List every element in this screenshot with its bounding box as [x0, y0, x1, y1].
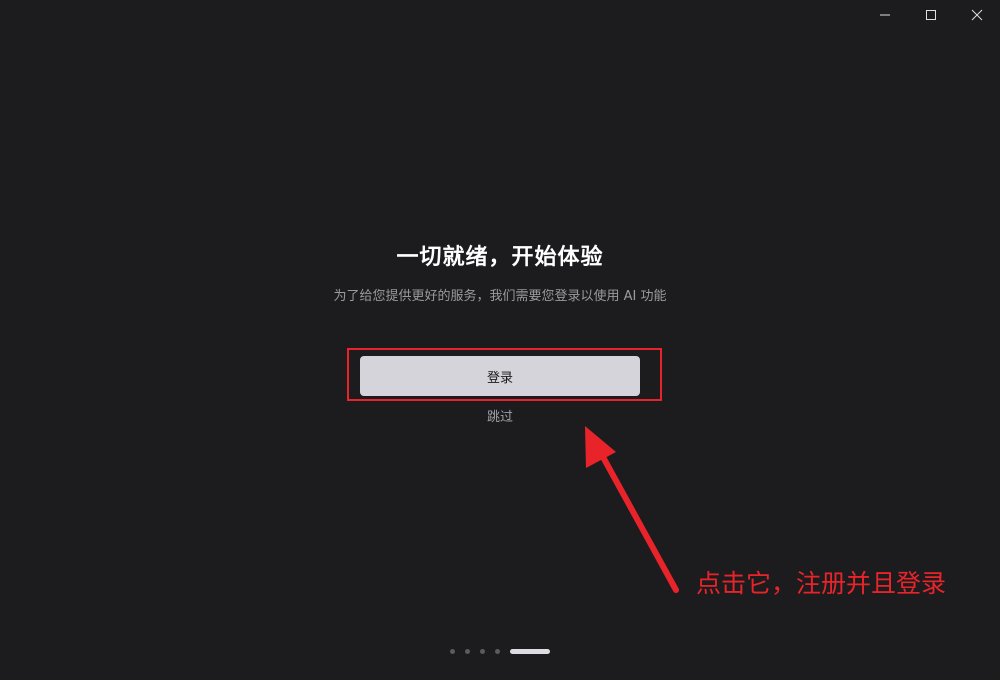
close-icon	[971, 9, 983, 21]
maximize-button[interactable]	[908, 0, 954, 30]
minimize-icon	[880, 14, 890, 16]
page-subtitle: 为了给您提供更好的服务，我们需要您登录以使用 AI 功能	[333, 289, 667, 304]
pager-dot[interactable]	[450, 649, 455, 654]
pager-dot[interactable]	[495, 649, 500, 654]
login-button[interactable]: 登录	[360, 356, 640, 396]
close-button[interactable]	[954, 0, 1000, 30]
pager-dot-active[interactable]	[510, 649, 550, 654]
annotation-text: 点击它，注册并且登录	[696, 569, 947, 598]
pager-dot[interactable]	[465, 649, 470, 654]
window-controls	[862, 0, 1000, 30]
skip-link[interactable]: 跳过	[487, 410, 513, 425]
page-indicator	[0, 649, 1000, 654]
skip-row: 跳过	[0, 408, 1000, 428]
app-window: 一切就绪，开始体验 为了给您提供更好的服务，我们需要您登录以使用 AI 功能 登…	[0, 0, 1000, 680]
minimize-button[interactable]	[862, 0, 908, 30]
page-title: 一切就绪，开始体验	[396, 245, 604, 270]
pager-dot[interactable]	[480, 649, 485, 654]
maximize-icon	[926, 10, 936, 20]
